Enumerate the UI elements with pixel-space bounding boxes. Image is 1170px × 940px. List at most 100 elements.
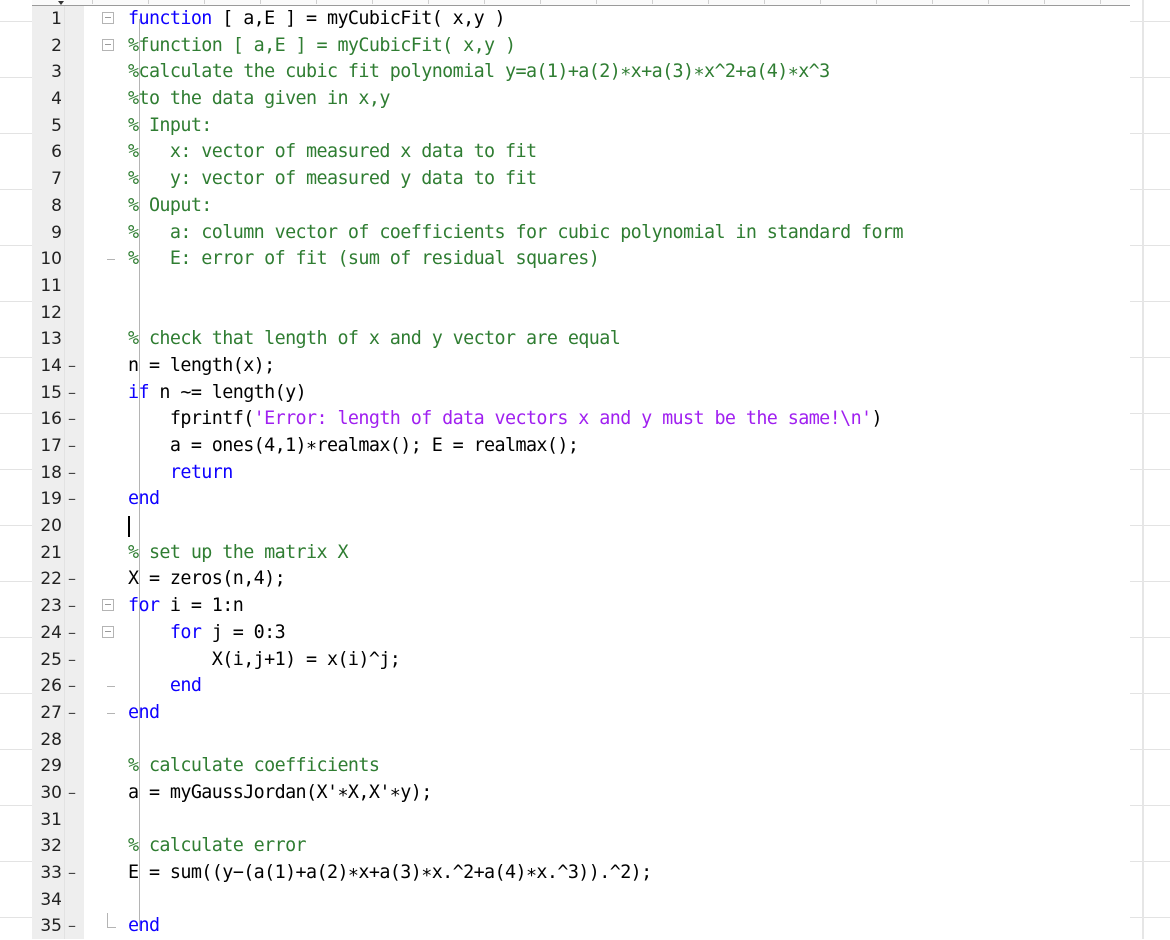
code-line[interactable]: 7 % y: vector of measured y data to fit: [32, 166, 1130, 193]
code-text[interactable]: X(i,j+1) = x(i)^j;: [128, 647, 401, 674]
code-line[interactable]: 16– fprintf('Error: length of data vecto…: [32, 406, 1130, 433]
code-line[interactable]: 30– a = myGaussJordan(X'∗X,X'∗y);: [32, 780, 1130, 807]
code-editor[interactable]: 1 function [ a,E ] = myCubicFit( x,y ) 2 %f…: [32, 0, 1130, 939]
line-number[interactable]: 16: [32, 406, 62, 433]
code-line[interactable]: 25– X(i,j+1) = x(i)^j;: [32, 647, 1130, 674]
code-text[interactable]: %function [ a,E ] = myCubicFit( x,y ): [128, 33, 516, 60]
code-text[interactable]: % y: vector of measured y data to fit: [128, 166, 537, 193]
code-line[interactable]: 19– end: [32, 486, 1130, 513]
code-line[interactable]: 23– for i = 1:n: [32, 593, 1130, 620]
line-number[interactable]: 2: [32, 33, 62, 60]
code-text[interactable]: function [ a,E ] = myCubicFit( x,y ): [128, 6, 506, 33]
fold-collapse-icon[interactable]: [102, 12, 114, 24]
code-line[interactable]: 13 % check that length of x and y vector …: [32, 326, 1130, 353]
line-number[interactable]: 8: [32, 193, 62, 220]
code-line[interactable]: 31: [32, 807, 1130, 834]
executable-line-marker[interactable]: –: [68, 860, 80, 887]
code-line[interactable]: 22– X = zeros(n,4);: [32, 566, 1130, 593]
code-line[interactable]: 35– end: [32, 913, 1130, 940]
code-text[interactable]: end: [128, 673, 202, 700]
line-number[interactable]: 10: [32, 246, 62, 273]
code-line[interactable]: 2 %function [ a,E ] = myCubicFit( x,y ): [32, 33, 1130, 60]
code-line[interactable]: 24– for j = 0:3: [32, 620, 1130, 647]
executable-line-marker[interactable]: –: [68, 620, 80, 647]
line-number[interactable]: 18: [32, 460, 62, 487]
code-line[interactable]: 29 % calculate coefficients: [32, 753, 1130, 780]
code-line[interactable]: 6 % x: vector of measured x data to fit: [32, 139, 1130, 166]
code-line[interactable]: 21 % set up the matrix X: [32, 540, 1130, 567]
code-text[interactable]: %calculate the cubic fit polynomial y=a(…: [128, 59, 830, 86]
line-number[interactable]: 13: [32, 326, 62, 353]
executable-line-marker[interactable]: –: [68, 593, 80, 620]
code-text[interactable]: if n ~= length(y): [128, 380, 307, 407]
code-line[interactable]: 12: [32, 300, 1130, 327]
code-text[interactable]: n = length(x);: [128, 353, 275, 380]
code-text[interactable]: return: [128, 460, 233, 487]
code-text[interactable]: for j = 0:3: [128, 620, 286, 647]
code-text[interactable]: % Input:: [128, 113, 212, 140]
line-number[interactable]: 22: [32, 566, 62, 593]
executable-line-marker[interactable]: –: [68, 460, 80, 487]
fold-collapse-icon[interactable]: [102, 38, 114, 51]
code-line[interactable]: 33– E = sum((y−(a(1)+a(2)∗x+a(3)∗x.^2+a(4…: [32, 860, 1130, 887]
code-text[interactable]: end: [128, 913, 160, 940]
code-line[interactable]: 26– end: [32, 673, 1130, 700]
line-number[interactable]: 7: [32, 166, 62, 193]
code-line[interactable]: 34: [32, 887, 1130, 914]
line-number[interactable]: 12: [32, 300, 62, 327]
code-line[interactable]: 1 function [ a,E ] = myCubicFit( x,y ): [32, 6, 1130, 33]
code-text[interactable]: end: [128, 486, 160, 513]
code-line[interactable]: 14– n = length(x);: [32, 353, 1130, 380]
line-number[interactable]: 3: [32, 59, 62, 86]
line-number[interactable]: 20: [32, 513, 62, 540]
code-text[interactable]: % calculate coefficients: [128, 753, 380, 780]
line-number[interactable]: 24: [32, 620, 62, 647]
code-text[interactable]: % check that length of x and y vector ar…: [128, 326, 621, 353]
executable-line-marker[interactable]: –: [68, 566, 80, 593]
fold-collapse-icon[interactable]: [102, 599, 114, 612]
executable-line-marker[interactable]: –: [68, 486, 80, 513]
line-number[interactable]: 17: [32, 433, 62, 460]
line-number[interactable]: 31: [32, 807, 62, 834]
line-number[interactable]: 21: [32, 540, 62, 567]
executable-line-marker[interactable]: –: [68, 780, 80, 807]
fold-collapse-icon[interactable]: [102, 625, 114, 638]
line-number[interactable]: 11: [32, 273, 62, 300]
code-text[interactable]: a = ones(4,1)∗realmax(); E = realmax();: [128, 433, 579, 460]
code-text[interactable]: %to the data given in x,y: [128, 86, 390, 113]
executable-line-marker[interactable]: –: [68, 380, 80, 407]
executable-line-marker[interactable]: –: [68, 406, 80, 433]
code-text[interactable]: % E: error of fit (sum of residual squar…: [128, 246, 600, 273]
line-number[interactable]: 28: [32, 727, 62, 754]
code-text[interactable]: X = zeros(n,4);: [128, 566, 286, 593]
line-number[interactable]: 26: [32, 673, 62, 700]
code-line[interactable]: 18– return: [32, 460, 1130, 487]
line-number[interactable]: 35: [32, 913, 62, 940]
line-number[interactable]: 32: [32, 833, 62, 860]
code-line[interactable]: 17– a = ones(4,1)∗realmax(); E = realmax…: [32, 433, 1130, 460]
line-number[interactable]: 9: [32, 220, 62, 247]
line-number[interactable]: 19: [32, 486, 62, 513]
line-number[interactable]: 4: [32, 86, 62, 113]
code-line[interactable]: 15– if n ~= length(y): [32, 380, 1130, 407]
code-text[interactable]: % x: vector of measured x data to fit: [128, 139, 537, 166]
code-text[interactable]: % calculate error: [128, 833, 307, 860]
code-text[interactable]: end: [128, 700, 160, 727]
executable-line-marker[interactable]: –: [68, 700, 80, 727]
code-line[interactable]: 3 %calculate the cubic fit polynomial y=a…: [32, 59, 1130, 86]
line-number[interactable]: 1: [32, 6, 62, 33]
executable-line-marker[interactable]: –: [68, 673, 80, 700]
line-number[interactable]: 25: [32, 647, 62, 674]
code-line[interactable]: 20: [32, 513, 1130, 540]
code-line[interactable]: 8 % Ouput:: [32, 193, 1130, 220]
code-line[interactable]: 10 % E: error of fit (sum of residual squ…: [32, 246, 1130, 273]
line-number[interactable]: 5: [32, 113, 62, 140]
code-text[interactable]: % set up the matrix X: [128, 540, 349, 567]
line-number[interactable]: 30: [32, 780, 62, 807]
code-text[interactable]: fprintf('Error: length of data vectors x…: [128, 406, 883, 433]
executable-line-marker[interactable]: –: [68, 913, 80, 940]
line-number[interactable]: 14: [32, 353, 62, 380]
line-number[interactable]: 15: [32, 380, 62, 407]
executable-line-marker[interactable]: –: [68, 647, 80, 674]
line-number[interactable]: 6: [32, 139, 62, 166]
